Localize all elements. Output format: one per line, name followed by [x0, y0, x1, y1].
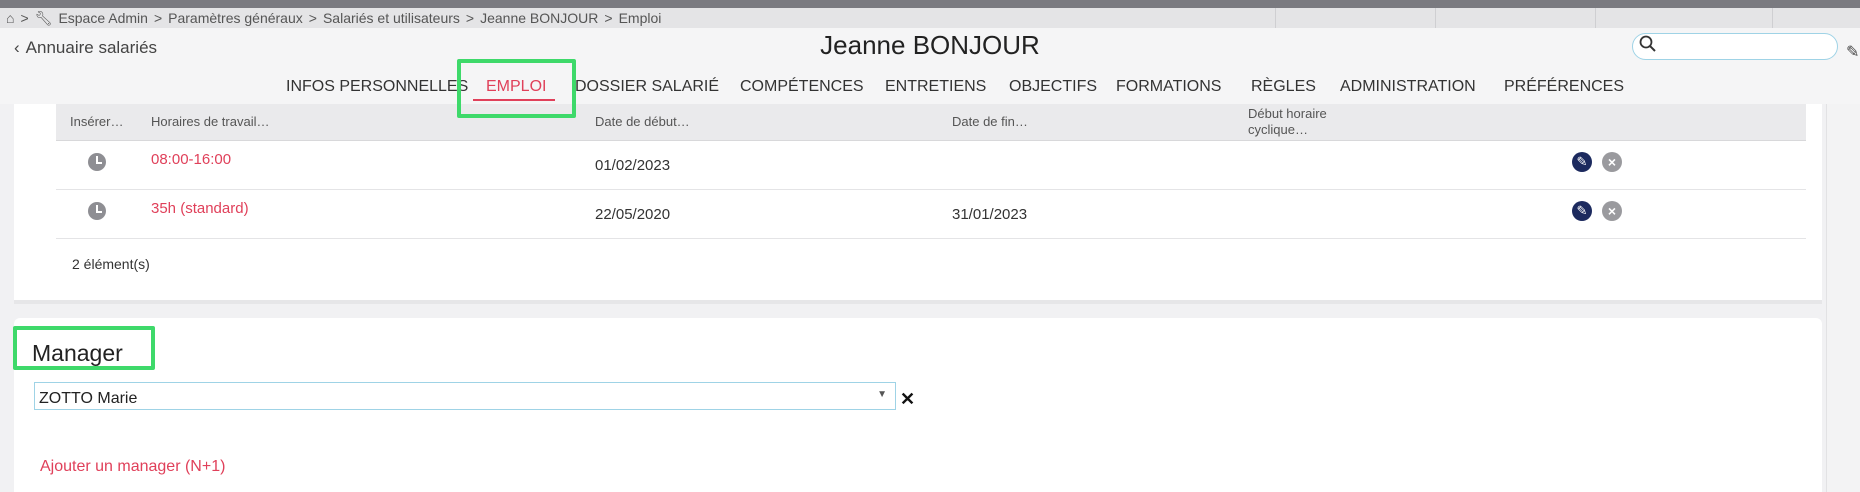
- table-header: Insérer… Horaires de travail… Date de dé…: [56, 104, 1806, 141]
- breadcrumb-item[interactable]: Salariés et utilisateurs: [323, 10, 460, 26]
- item-count: 2 élément(s): [72, 256, 150, 272]
- breadcrumb-item[interactable]: Espace Admin: [58, 10, 148, 26]
- schedule-link[interactable]: 35h (standard): [151, 200, 249, 217]
- page-title: Jeanne BONJOUR: [820, 30, 1040, 60]
- add-manager-link[interactable]: Ajouter un manager (N+1): [40, 458, 225, 476]
- start-date: 22/05/2020: [595, 206, 671, 223]
- tab-dossier-salarie[interactable]: DOSSIER SALARIÉ: [575, 78, 719, 96]
- scroll-gutter: [1826, 104, 1860, 492]
- tab-administration[interactable]: ADMINISTRATION: [1340, 78, 1476, 96]
- search-icon: [1639, 35, 1657, 58]
- wrench-icon: 🔧︎: [34, 9, 53, 26]
- column-header[interactable]: Date de début…: [595, 114, 690, 129]
- breadcrumb-item-current: Emploi: [618, 10, 662, 26]
- breadcrumb: ⌂ > 🔧︎ Espace Admin > Paramètres générau…: [0, 8, 1860, 28]
- end-date: 31/01/2023: [952, 206, 1028, 223]
- search-input[interactable]: [1661, 37, 1835, 56]
- caret-down-icon: ▼: [877, 389, 887, 400]
- table-row: 35h (standard) 22/05/2020 31/01/2023 ✎ ×: [56, 190, 1806, 239]
- column-header[interactable]: Date de fin…: [952, 114, 1028, 129]
- column-header[interactable]: Insérer…: [70, 114, 123, 129]
- delete-icon[interactable]: ×: [1602, 201, 1622, 221]
- tab-regles[interactable]: RÈGLES: [1251, 78, 1316, 96]
- highlight-box-manager: [13, 326, 155, 370]
- breadcrumb-item[interactable]: Paramètres généraux: [168, 10, 303, 26]
- highlight-box-emploi: [457, 59, 576, 118]
- column-header[interactable]: Horaires de travail…: [151, 114, 270, 129]
- tab-objectifs[interactable]: OBJECTIFS: [1009, 78, 1097, 96]
- clear-manager-icon[interactable]: ✕: [900, 389, 915, 410]
- tab-bar: INFOS PERSONNELLES EMPLOI DOSSIER SALARI…: [0, 78, 1860, 104]
- edit-pencil-icon[interactable]: ✎: [1846, 42, 1859, 62]
- manager-select-value: ZOTTO Marie: [39, 390, 138, 407]
- delete-icon[interactable]: ×: [1602, 152, 1622, 172]
- tab-competences[interactable]: COMPÉTENCES: [740, 78, 864, 96]
- clock-icon[interactable]: [88, 202, 106, 220]
- tab-formations[interactable]: FORMATIONS: [1116, 78, 1221, 96]
- top-bar: [0, 0, 1860, 8]
- start-date: 01/02/2023: [595, 157, 671, 174]
- home-icon[interactable]: ⌂: [6, 10, 14, 26]
- tab-entretiens[interactable]: ENTRETIENS: [885, 78, 986, 96]
- tab-preferences[interactable]: PRÉFÉRENCES: [1504, 78, 1624, 96]
- search-box[interactable]: [1632, 33, 1838, 60]
- tab-infos-personnelles[interactable]: INFOS PERSONNELLES: [286, 78, 468, 96]
- column-header[interactable]: Début horaire cyclique…: [1248, 106, 1358, 138]
- table-row: 08:00-16:00 01/02/2023 ✎ ×: [56, 141, 1806, 190]
- breadcrumb-item[interactable]: Jeanne BONJOUR: [480, 10, 598, 26]
- schedule-link[interactable]: 08:00-16:00: [151, 151, 231, 168]
- edit-icon[interactable]: ✎: [1572, 201, 1592, 221]
- manager-select[interactable]: ZOTTO Marie ▼: [34, 382, 896, 410]
- edit-icon[interactable]: ✎: [1572, 152, 1592, 172]
- clock-icon[interactable]: [88, 153, 106, 171]
